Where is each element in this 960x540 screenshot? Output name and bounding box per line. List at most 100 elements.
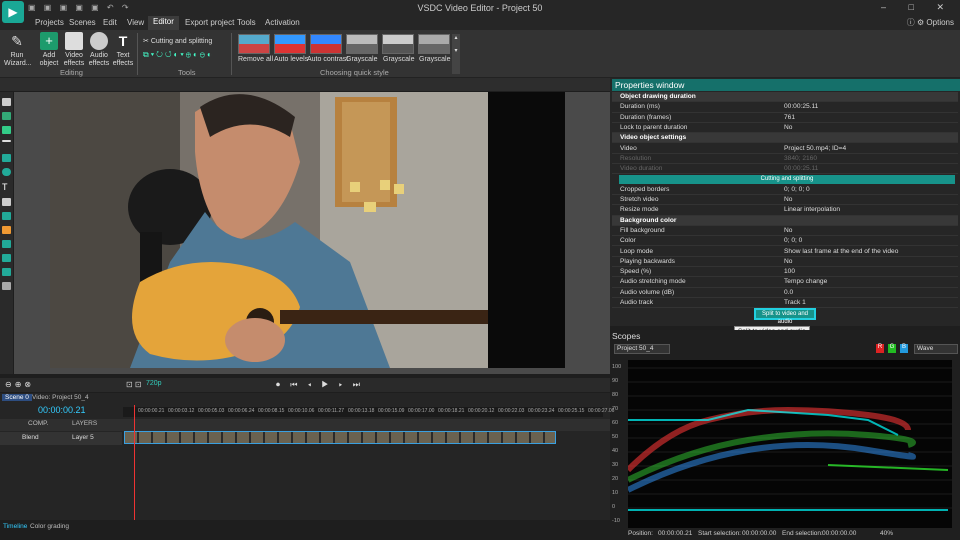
property-row[interactable]: Audio volume (dB) 0.0: [612, 288, 958, 298]
audio-effects-icon: [90, 32, 108, 50]
layer-header[interactable]: [0, 432, 122, 445]
property-row[interactable]: Fill background No: [612, 226, 958, 237]
scope-y-tick: 50: [612, 434, 619, 440]
quality-select[interactable]: 720p: [146, 380, 162, 387]
animation-tool-icon[interactable]: [2, 226, 11, 234]
quick-style-thumb-remove-all[interactable]: [238, 34, 270, 54]
rectangle-tool-icon[interactable]: [2, 154, 11, 162]
property-row[interactable]: Cropped borders 0; 0; 0; 0: [612, 185, 958, 195]
pointer-icon[interactable]: [2, 98, 11, 106]
cutting-splitting-button[interactable]: ✂ Cutting and splitting: [143, 37, 212, 45]
property-row[interactable]: Stretch video No: [612, 195, 958, 206]
property-cutting-splitting-bar[interactable]: Cutting and splitting: [619, 175, 955, 185]
zoom-value[interactable]: 40%: [880, 530, 893, 537]
tab-timeline[interactable]: Timeline: [3, 523, 27, 530]
property-row[interactable]: Loop mode Show last frame at the end of t…: [612, 247, 958, 257]
property-key: Resolution: [620, 154, 652, 162]
quick-style-thumb-grayscale-1[interactable]: [346, 34, 378, 54]
quick-style-scroll[interactable]: ▴ ▾: [452, 34, 460, 74]
run-wizard-button[interactable]: ✎ Run Wizard...: [4, 32, 32, 68]
menu-scenes[interactable]: Scenes: [64, 17, 101, 28]
move-tool-icon[interactable]: [2, 282, 11, 290]
property-row[interactable]: Video duration 00:00:25.11: [612, 164, 958, 175]
video-effects-button[interactable]: Video effects: [63, 32, 85, 68]
property-row[interactable]: Playing backwards No: [612, 257, 958, 268]
video-clip[interactable]: [124, 431, 556, 444]
property-row[interactable]: Video Project 50.mp4; ID=4: [612, 144, 958, 154]
property-section[interactable]: Video object settings: [612, 133, 958, 144]
comp-label: COMP.: [28, 420, 49, 427]
tab-color-grading[interactable]: Color grading: [30, 523, 69, 530]
options-area[interactable]: ⓘ ⚙ Options: [907, 17, 954, 28]
timeline-nav-icons[interactable]: ⊖⊕⊗: [5, 380, 34, 389]
property-section[interactable]: Background color: [612, 215, 958, 226]
ruler-tick-label: 00:00:17.00: [408, 408, 435, 414]
playback-controls[interactable]: ⏺ ⏮ ◂ ▶ ▸ ⏭: [276, 380, 364, 390]
audio-effects-button[interactable]: Audio effects: [88, 32, 110, 68]
menu-export-project[interactable]: Export project: [180, 17, 239, 28]
property-row[interactable]: Audio track Track 1: [612, 298, 958, 309]
add-object-button[interactable]: + Add object: [37, 32, 61, 68]
menu-edit[interactable]: Edit: [98, 17, 122, 28]
quick-style-thumb-grayscale-3[interactable]: [418, 34, 450, 54]
split-to-video-audio-button[interactable]: Split to video and audio: [754, 308, 816, 325]
property-value: 0.0: [784, 288, 794, 296]
text-tool-icon[interactable]: T: [2, 182, 11, 192]
timeline-tool-icons[interactable]: ⊡ ⊡: [126, 380, 142, 389]
effect-tool-icon[interactable]: [2, 268, 11, 276]
menu-activation[interactable]: Activation: [260, 17, 305, 28]
timeline[interactable]: Scene 0 Video: Project 50_4 00:00:00.21 …: [0, 393, 614, 520]
tools-icons-row[interactable]: ⧉▾↻↺◐▾⊕◐⊖◐: [143, 50, 214, 60]
quick-style-thumb-auto-levels[interactable]: [274, 34, 306, 54]
ruler-tick-label: 00:00:25.15: [558, 408, 585, 414]
scope-y-tick: 40: [612, 448, 619, 454]
property-value: 0; 0; 0: [784, 237, 803, 245]
scene-tab[interactable]: Scene 0: [2, 394, 32, 401]
menu-editor[interactable]: Editor: [148, 16, 179, 30]
quick-style-thumb-grayscale-2[interactable]: [382, 34, 414, 54]
window-controls[interactable]: – □ ✕: [881, 2, 954, 13]
scopes-title: Scopes: [612, 331, 641, 341]
scope-mode-select[interactable]: Wave: [914, 344, 958, 354]
property-row[interactable]: Duration (frames) 761: [612, 113, 958, 123]
property-row[interactable]: Resolution 3840; 2160: [612, 154, 958, 165]
chart-tool-icon[interactable]: [2, 212, 11, 220]
video-tab[interactable]: Video: Project 50_4: [32, 394, 89, 401]
text-effects-button[interactable]: T Text effects: [112, 32, 134, 68]
editing-group-label: Editing: [60, 68, 83, 77]
property-row[interactable]: Speed (%) 100: [612, 267, 958, 278]
info-icon[interactable]: ⓘ: [907, 18, 915, 27]
app-logo-icon[interactable]: ▶: [2, 1, 24, 23]
scope-y-tick: 0: [612, 504, 616, 510]
menu-view[interactable]: View: [122, 17, 149, 28]
red-channel-toggle[interactable]: R: [876, 344, 884, 353]
image-tool-icon[interactable]: [2, 126, 11, 134]
text-effects-icon: T: [118, 33, 128, 49]
ellipse-tool-icon[interactable]: [2, 168, 11, 176]
playhead[interactable]: [134, 405, 135, 520]
gear-icon[interactable]: ⚙: [917, 18, 924, 27]
property-row[interactable]: Duration (ms) 00:00:25.11: [612, 102, 958, 113]
mask-tool-icon[interactable]: [2, 240, 11, 248]
scope-y-tick: 20: [612, 476, 619, 482]
green-channel-toggle[interactable]: G: [888, 344, 896, 353]
property-row[interactable]: Resize mode Linear interpolation: [612, 205, 958, 216]
property-section[interactable]: Object drawing duration: [612, 92, 958, 103]
options-link[interactable]: Options: [926, 18, 954, 27]
quick-style-label: Remove all: [238, 56, 274, 63]
property-row[interactable]: Lock to parent duration No: [612, 123, 958, 134]
property-row[interactable]: Color 0; 0; 0: [612, 236, 958, 247]
menu-tools[interactable]: Tools: [232, 17, 261, 28]
scope-source-select[interactable]: Project 50_4: [614, 344, 670, 354]
property-row[interactable]: Audio stretching mode Tempo change: [612, 277, 958, 288]
subtitle-tool-icon[interactable]: [2, 198, 11, 206]
ruler-tick-label: 00:00:27.06: [588, 408, 615, 414]
layers-label: LAYERS: [72, 420, 98, 427]
quick-style-thumb-auto-contrast[interactable]: [310, 34, 342, 54]
video-preview[interactable]: [50, 92, 488, 368]
video-tool-icon[interactable]: [2, 112, 11, 120]
audio-tool-icon[interactable]: [2, 254, 11, 262]
scope-y-tick: 30: [612, 462, 619, 468]
blue-channel-toggle[interactable]: B: [900, 344, 908, 353]
line-tool-icon[interactable]: [2, 140, 11, 142]
